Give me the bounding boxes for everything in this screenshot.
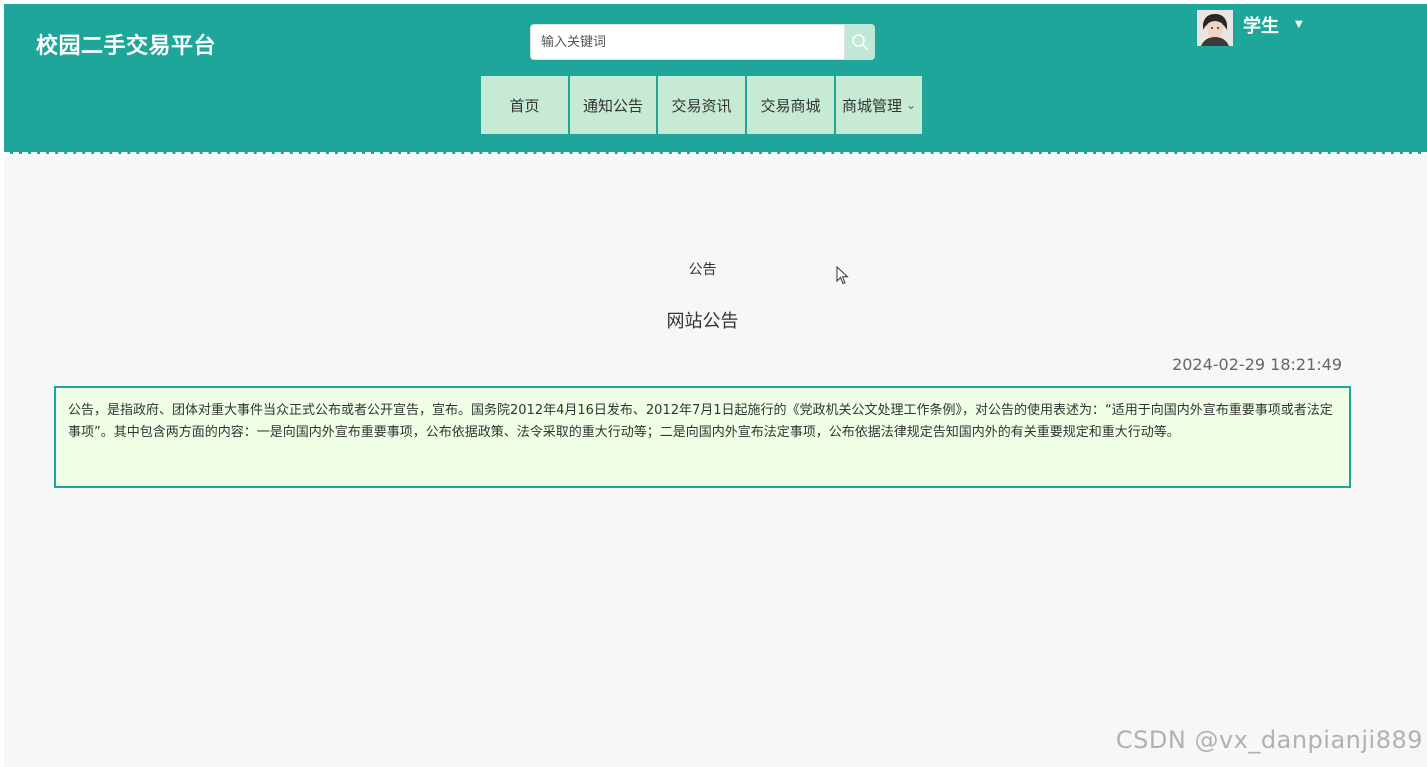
notice-content: 公告，是指政府、团体对重大事件当众正式公布或者公开宣告，宣布。国务院2012年4…	[54, 386, 1351, 488]
nav-trade-news[interactable]: 交易资讯	[658, 76, 745, 134]
caret-down-icon[interactable]: ▼	[1295, 10, 1303, 40]
notice-category: 公告	[688, 262, 717, 278]
nav-mall-admin-label: 商城管理	[841, 96, 902, 115]
main-nav: 首页 通知公告 交易资讯 交易商城 商城管理 ⌄	[481, 76, 922, 134]
header-bar: 校园二手交易平台 输入关键词 学生 ▼ 首页 通知公告 交易资讯 交易商城 商城…	[4, 4, 1427, 154]
search-icon	[852, 34, 868, 50]
site-logo[interactable]: 校园二手交易平台	[36, 28, 216, 60]
avatar-icon	[1197, 10, 1233, 46]
user-avatar[interactable]	[1197, 10, 1233, 46]
watermark: CSDN @vx_danpianji889	[1115, 726, 1423, 754]
header-dashed-divider	[4, 152, 1427, 155]
search-box	[530, 24, 875, 60]
nav-home-label: 首页	[509, 96, 540, 115]
nav-mall-admin[interactable]: 商城管理 ⌄	[836, 76, 922, 134]
user-name[interactable]: 学生	[1243, 10, 1279, 44]
notice-datetime: 2024-02-29 18:21:49	[1172, 355, 1342, 374]
notice-body: 公告，是指政府、团体对重大事件当众正式公布或者公开宣告，宣布。国务院2012年4…	[68, 403, 1333, 440]
user-menu[interactable]: 学生 ▼	[1197, 10, 1303, 46]
nav-trade-mall-label: 交易商城	[760, 96, 821, 115]
nav-home[interactable]: 首页	[481, 76, 568, 134]
mouse-cursor-icon	[836, 266, 849, 285]
notice-title: 网站公告	[666, 311, 739, 332]
search-input[interactable]	[530, 24, 845, 60]
page-frame: 校园二手交易平台 输入关键词 学生 ▼ 首页 通知公告 交易资讯 交易商城 商城…	[0, 0, 1427, 767]
nav-trade-news-label: 交易资讯	[671, 96, 732, 115]
search-button[interactable]	[845, 24, 875, 60]
nav-trade-mall[interactable]: 交易商城	[747, 76, 834, 134]
nav-notices-label: 通知公告	[582, 96, 643, 115]
chevron-down-icon: ⌄	[905, 98, 917, 112]
nav-notices[interactable]: 通知公告	[570, 76, 656, 134]
